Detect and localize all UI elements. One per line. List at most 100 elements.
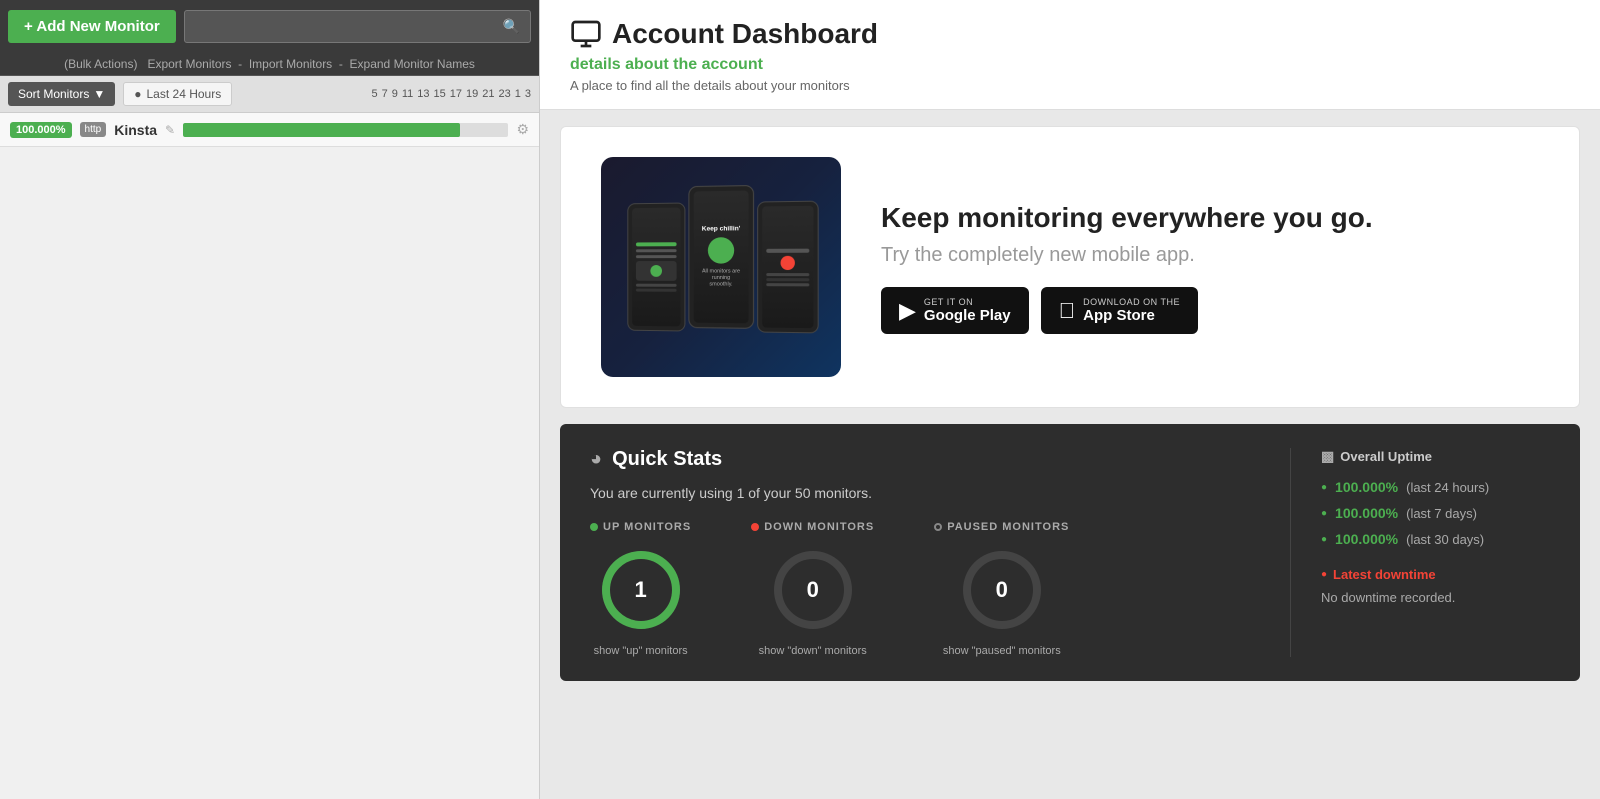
page-15[interactable]: 15 [434,88,446,100]
down-monitors-stat: DOWN MONITORS 0 show "down" monitors [751,521,874,657]
account-description: A place to find all the details about yo… [570,78,1570,93]
show-up-monitors-link[interactable]: show "up" monitors [594,645,688,657]
down-monitors-label: DOWN MONITORS [751,521,874,533]
bulk-actions-link[interactable]: (Bulk Actions) [64,57,137,71]
phone-screen-inner-right [762,206,813,328]
uptime-24h-period: (last 24 hours) [1406,480,1489,495]
uptime-24h-dot: ● [1321,482,1327,493]
stats-usage: You are currently using 1 of your 50 mon… [590,485,1260,501]
uptime-7d-pct: 100.000% [1335,505,1398,521]
main-header: Account Dashboard details about the acco… [540,0,1600,110]
page-23[interactable]: 23 [499,88,511,100]
page-title: Account Dashboard [570,18,1570,50]
paused-dot [934,523,942,531]
banner-text: Keep monitoring everywhere you go. Try t… [881,200,1539,334]
paused-monitors-stat: PAUSED MONITORS 0 show "paused" monitors [934,521,1069,657]
page-9[interactable]: 9 [392,88,398,100]
down-dot [751,523,759,531]
paused-monitors-count: 0 [996,577,1008,603]
up-monitors-stat: UP MONITORS 1 show "up" monitors [590,521,691,657]
page-3[interactable]: 3 [525,88,531,100]
monitor-type-badge: http [80,122,107,137]
uptime-7d-row: ● 100.000% (last 7 days) [1321,505,1550,521]
page-13[interactable]: 13 [417,88,429,100]
red-dot-icon: ● [1321,569,1327,580]
monitor-list: 100.000% http Kinsta ✎ ⚙ [0,113,539,799]
time-filter[interactable]: ● Last 24 Hours [123,82,232,106]
clock-icon: ● [134,87,141,101]
account-subtitle: details about the account [570,56,1570,74]
apple-icon:  [1059,298,1076,324]
sort-monitors-label: Sort Monitors [18,87,89,101]
uptime-24h-row: ● 100.000% (last 24 hours) [1321,479,1550,495]
stats-title: ◕ Quick Stats [590,448,1260,471]
uptime-30d-row: ● 100.000% (last 30 days) [1321,531,1550,547]
mobile-app-banner: Keep chillin' All monitors are running s… [560,126,1580,408]
stats-right: ▩ Overall Uptime ● 100.000% (last 24 hou… [1290,448,1550,657]
sidebar-toolbar: Sort Monitors ▼ ● Last 24 Hours 5 7 9 11… [0,76,539,113]
uptime-bar [183,123,460,137]
page-7[interactable]: 7 [382,88,388,100]
up-monitors-label: UP MONITORS [590,521,691,533]
page-19[interactable]: 19 [466,88,478,100]
sidebar: + Add New Monitor 🔍 (Bulk Actions) Expor… [0,0,540,799]
uptime-7d-dot: ● [1321,508,1327,519]
page-21[interactable]: 21 [482,88,494,100]
down-monitors-count: 0 [807,577,819,603]
phone-screen-middle: Keep chillin' All monitors are running s… [688,185,754,329]
stats-icon: ◕ [590,448,602,471]
time-filter-label: Last 24 Hours [147,87,222,101]
down-monitors-donut: 0 [768,545,858,635]
chevron-down-icon: ▼ [93,87,105,101]
latest-downtime-title: ● Latest downtime [1321,567,1550,582]
up-monitors-count: 1 [634,577,646,603]
uptime-bar-container [183,123,508,137]
uptime-30d-pct: 100.000% [1335,531,1398,547]
banner-heading: Keep monitoring everywhere you go. [881,200,1539,236]
phone-mockup: Keep chillin' All monitors are running s… [601,157,841,377]
phone-screens: Keep chillin' All monitors are running s… [618,190,829,344]
edit-icon[interactable]: ✎ [165,123,175,137]
uptime-7d-period: (last 7 days) [1406,506,1477,521]
import-monitors-link[interactable]: Import Monitors [249,57,332,71]
page-11[interactable]: 11 [402,88,413,100]
table-row[interactable]: 100.000% http Kinsta ✎ ⚙ [0,113,539,147]
quick-stats: ◕ Quick Stats You are currently using 1 … [560,424,1580,681]
phone-screen-left [627,203,685,332]
search-box[interactable]: 🔍 [184,10,531,43]
page-1[interactable]: 1 [515,88,521,100]
expand-monitor-names-link[interactable]: Expand Monitor Names [350,57,475,71]
page-5[interactable]: 5 [371,88,377,100]
monitor-icon [570,18,602,50]
overall-uptime-title: ▩ Overall Uptime [1321,448,1550,465]
export-monitors-link[interactable]: Export Monitors [147,57,231,71]
app-store-name: App Store [1083,307,1180,324]
no-downtime-text: No downtime recorded. [1321,590,1550,605]
page-17[interactable]: 17 [450,88,462,100]
bar-chart-icon: ▩ [1321,448,1334,465]
paused-monitors-donut: 0 [957,545,1047,635]
uptime-badge: 100.000% [10,122,72,138]
phone-screen-inner-mid: Keep chillin' All monitors are running s… [694,191,749,324]
settings-icon[interactable]: ⚙ [516,121,529,138]
add-monitor-button[interactable]: + Add New Monitor [8,10,176,43]
google-play-name: Google Play [924,307,1011,324]
sidebar-header: + Add New Monitor 🔍 [0,0,539,53]
search-icon: 🔍 [503,18,520,35]
stats-left: ◕ Quick Stats You are currently using 1 … [590,448,1260,657]
uptime-24h-pct: 100.000% [1335,479,1398,495]
sidebar-actions: (Bulk Actions) Export Monitors - Import … [0,53,539,76]
phone-screen-right [757,201,819,334]
phone-screen-inner-left [632,208,680,327]
uptime-30d-period: (last 30 days) [1406,532,1484,547]
sort-monitors-button[interactable]: Sort Monitors ▼ [8,82,115,106]
monitor-name: Kinsta [114,122,157,138]
main-panel: Account Dashboard details about the acco… [540,0,1600,799]
google-play-button[interactable]: ▶ GET IT ON Google Play [881,287,1029,334]
page-numbers: 5 7 9 11 13 15 17 19 21 23 1 3 [371,88,531,100]
app-store-button[interactable]:  Download on the App Store [1041,287,1198,334]
show-paused-monitors-link[interactable]: show "paused" monitors [943,645,1061,657]
google-play-icon: ▶ [899,298,916,324]
paused-monitors-label: PAUSED MONITORS [934,521,1069,533]
show-down-monitors-link[interactable]: show "down" monitors [759,645,867,657]
